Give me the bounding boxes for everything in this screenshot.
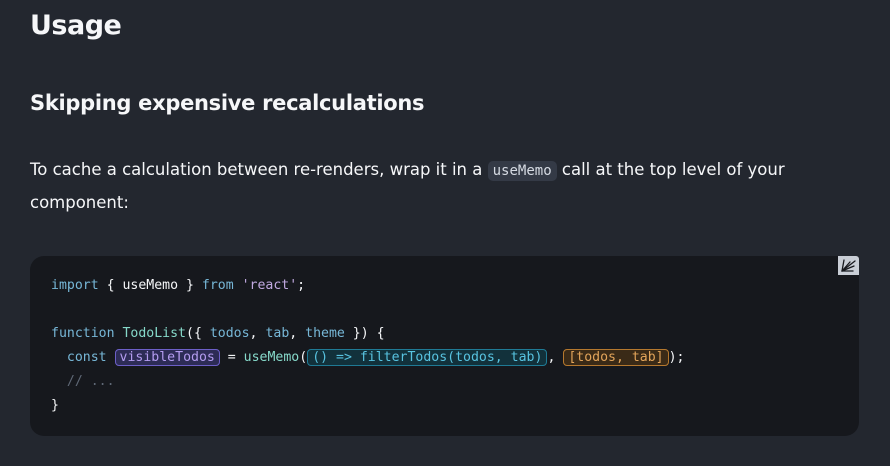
code-punct: ); xyxy=(668,350,685,365)
const-keyword: const xyxy=(66,350,107,365)
code-line-3: function TodoList({ todos, tab, theme })… xyxy=(51,326,385,341)
code-line-6: } xyxy=(51,398,59,413)
paragraph-text-before: To cache a calculation between re-render… xyxy=(30,160,488,179)
module-string: 'react' xyxy=(241,278,298,293)
param-todos: todos xyxy=(209,326,250,341)
code-punct: } xyxy=(178,278,202,293)
highlight-dependencies: [todos, tab] xyxy=(563,349,669,366)
code-punct: { xyxy=(98,278,123,293)
code-punct: , xyxy=(289,326,306,341)
from-keyword: from xyxy=(201,278,234,293)
code-punct: , xyxy=(547,350,564,365)
function-name: TodoList xyxy=(122,326,187,341)
intro-paragraph: To cache a calculation between re-render… xyxy=(30,154,830,219)
highlight-calculate-function: () => filterTodos(todos, tab) xyxy=(307,349,548,366)
import-name: useMemo xyxy=(122,278,179,293)
inline-code-usememo: useMemo xyxy=(487,161,557,181)
code-block: import { useMemo } from 'react'; functio… xyxy=(30,256,859,436)
copy-icon-glyph xyxy=(841,259,856,272)
param-theme: theme xyxy=(305,326,345,341)
code-comment: // ... xyxy=(51,374,115,389)
section-title: Usage xyxy=(30,10,122,41)
code-line-4: const visibleTodos = useMemo(() => filte… xyxy=(51,349,685,366)
code-listing: import { useMemo } from 'react'; functio… xyxy=(51,274,685,418)
code-punct: , xyxy=(249,326,266,341)
param-tab: tab xyxy=(265,326,290,341)
copy-icon[interactable] xyxy=(838,256,859,275)
code-punct: }) { xyxy=(344,326,385,341)
import-keyword: import xyxy=(51,278,99,293)
usememo-call: useMemo xyxy=(243,350,300,365)
code-line-1: import { useMemo } from 'react'; xyxy=(51,278,305,293)
code-punct: ({ xyxy=(186,326,210,341)
function-keyword: function xyxy=(51,326,115,341)
subsection-title: Skipping expensive recalculations xyxy=(30,91,425,115)
code-punct: ; xyxy=(297,278,306,293)
code-punct: ( xyxy=(299,350,308,365)
code-punct: = xyxy=(219,350,244,365)
highlight-visible-todos: visibleTodos xyxy=(114,349,220,366)
